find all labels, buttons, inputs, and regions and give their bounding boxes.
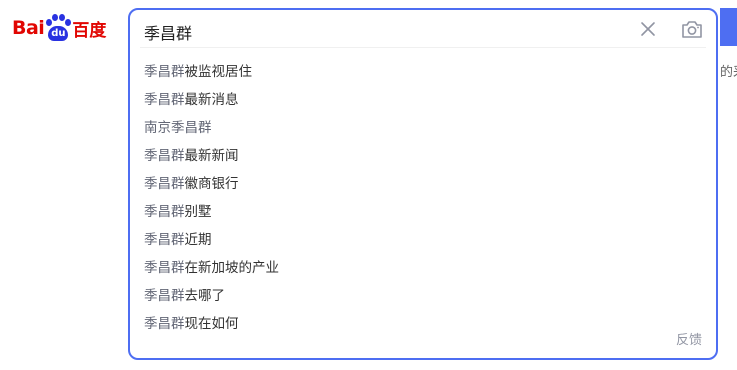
suggestion-rest: 最新消息 — [184, 92, 239, 108]
suggestion-query-part: 季昌群 — [144, 64, 185, 80]
search-input-row[interactable]: 季昌群 — [130, 10, 716, 48]
close-icon[interactable] — [638, 19, 658, 39]
page: 的采 Bai du 百度 季昌群 — [0, 0, 737, 370]
suggestion-query-part: 季昌群 — [144, 316, 185, 332]
search-box[interactable]: 季昌群 季昌群被监视居住 季昌群最新消息 南京季昌群 季昌群最新新闻 季昌群徽商… — [128, 8, 718, 360]
suggestion-item[interactable]: 季昌群在新加坡的产业 — [130, 254, 716, 282]
suggestion-query-part: 季昌群 — [144, 232, 185, 248]
suggestion-item[interactable]: 季昌群去哪了 — [130, 282, 716, 310]
suggestion-rest: 徽商银行 — [184, 176, 239, 192]
suggestion-rest: 最新新闻 — [184, 148, 239, 164]
search-button[interactable] — [720, 8, 737, 46]
suggestion-item[interactable]: 季昌群现在如何 — [130, 310, 716, 338]
suggestion-query-part: 季昌群 — [144, 288, 185, 304]
suggestion-rest: 南京季昌群 — [144, 120, 212, 136]
suggestion-rest: 在新加坡的产业 — [184, 260, 280, 276]
suggestion-item[interactable]: 南京季昌群 — [130, 114, 716, 142]
search-input[interactable]: 季昌群 — [144, 20, 192, 44]
paw-text: du — [48, 26, 69, 41]
suggestion-query-part: 季昌群 — [144, 148, 185, 164]
suggestion-item[interactable]: 季昌群被监视居住 — [130, 58, 716, 86]
suggestion-rest: 现在如何 — [184, 316, 239, 332]
suggestion-rest: 去哪了 — [184, 288, 226, 304]
feedback-link[interactable]: 反馈 — [676, 329, 702, 348]
camera-icon[interactable] — [680, 18, 704, 40]
suggestion-item[interactable]: 季昌群最新新闻 — [130, 142, 716, 170]
suggestion-item[interactable]: 季昌群最新消息 — [130, 86, 716, 114]
suggestion-item[interactable]: 季昌群近期 — [130, 226, 716, 254]
suggestion-rest: 近期 — [184, 232, 212, 248]
logo-word: Bai — [12, 17, 45, 39]
suggestion-query-part: 季昌群 — [144, 176, 185, 192]
suggestion-query-part: 季昌群 — [144, 92, 185, 108]
divider — [140, 47, 706, 48]
suggestion-item[interactable]: 季昌群徽商银行 — [130, 170, 716, 198]
suggestion-list: 季昌群被监视居住 季昌群最新消息 南京季昌群 季昌群最新新闻 季昌群徽商银行 季… — [130, 58, 716, 338]
paw-icon: du — [45, 14, 72, 42]
baidu-logo[interactable]: Bai du 百度 — [12, 10, 106, 46]
suggestion-rest: 被监视居住 — [184, 64, 253, 80]
suggestion-item[interactable]: 季昌群别墅 — [130, 198, 716, 226]
logo-chinese: 百度 — [72, 20, 107, 41]
suggestion-query-part: 季昌群 — [144, 204, 185, 220]
suggestion-rest: 别墅 — [184, 204, 212, 220]
background-text: 的采 — [720, 65, 737, 80]
suggestion-query-part: 季昌群 — [144, 260, 185, 276]
